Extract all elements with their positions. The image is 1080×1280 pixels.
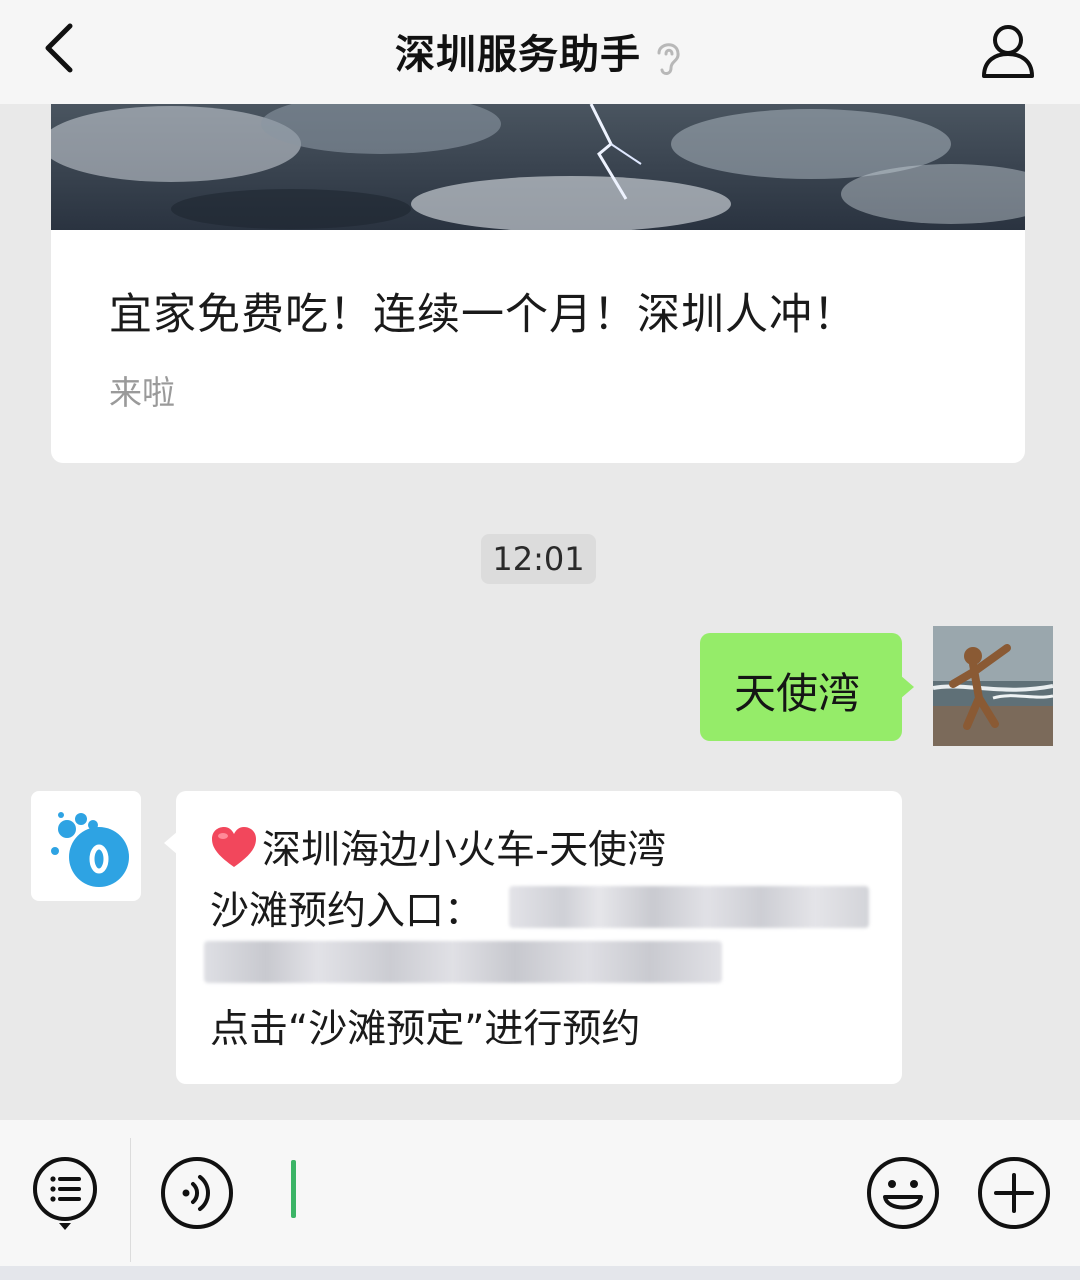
- smiley-icon[interactable]: [865, 1155, 941, 1231]
- chat-header: 深圳服务助手: [0, 0, 1080, 104]
- article-card[interactable]: 宜家免费吃！连续一个月！深圳人冲！ 来啦: [51, 104, 1025, 463]
- blurred-link-part-2[interactable]: [204, 941, 722, 983]
- plus-icon[interactable]: [976, 1155, 1052, 1231]
- outgoing-message-text: 天使湾: [734, 669, 861, 718]
- chat-title-text: 深圳服务助手: [395, 32, 641, 78]
- incoming-line-4: 点击“沙滩预定”进行预约: [210, 1007, 641, 1052]
- list-menu-icon[interactable]: [31, 1155, 101, 1233]
- service-avatar[interactable]: [31, 791, 141, 901]
- bubble-logo-icon: [51, 812, 129, 887]
- message-timestamp: 12:01: [481, 534, 596, 584]
- incoming-message-bubble[interactable]: 深圳海边小火车-天使湾 沙滩预约入口： 点击“沙滩预定”进行预约: [164, 791, 902, 1084]
- article-title: 宜家免费吃！连续一个月！深圳人冲！: [109, 290, 857, 340]
- bottom-edge: [0, 1266, 1080, 1280]
- my-avatar[interactable]: [933, 626, 1053, 746]
- ear-icon: [657, 43, 680, 75]
- incoming-line-2: 沙滩预约入口：: [210, 889, 484, 934]
- blurred-link-part-1[interactable]: [509, 886, 869, 928]
- person-icon[interactable]: [978, 20, 1038, 80]
- chat-title: 深圳服务助手: [0, 22, 1080, 80]
- heart-icon: [212, 827, 256, 867]
- input-divider: [130, 1138, 131, 1262]
- article-cover-image: [51, 104, 1025, 230]
- article-digest: 来啦: [109, 373, 175, 412]
- chat-area[interactable]: 宜家免费吃！连续一个月！深圳人冲！ 来啦 12:01 天使湾 深圳海边小火车-天…: [0, 104, 1080, 1120]
- message-input-caret[interactable]: [291, 1160, 296, 1218]
- outgoing-message-bubble[interactable]: 天使湾: [700, 633, 914, 741]
- incoming-line-1-text: 深圳海边小火车-天使湾: [262, 828, 667, 873]
- voice-icon[interactable]: [159, 1155, 235, 1231]
- incoming-line-1: 深圳海边小火车-天使湾: [210, 819, 666, 875]
